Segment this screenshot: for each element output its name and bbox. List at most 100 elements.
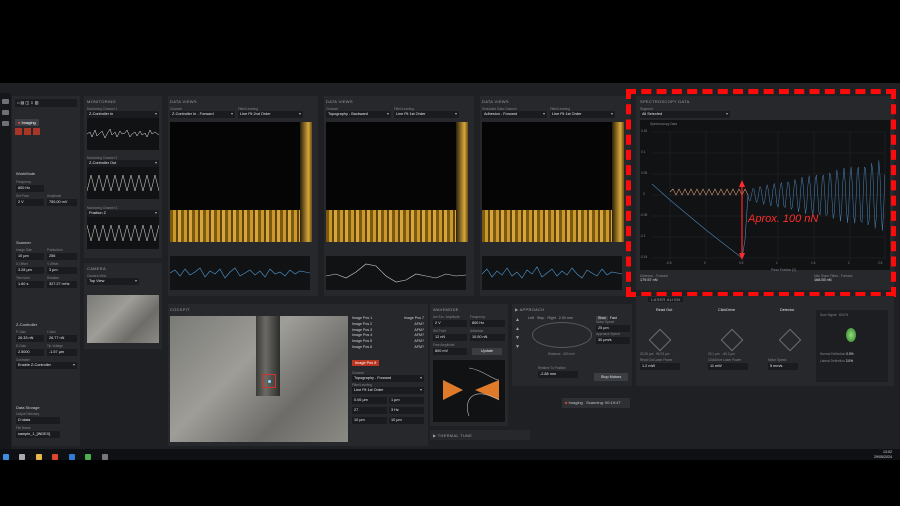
time-line-label: Time/Line (16, 276, 30, 280)
file-name-field[interactable]: sample_1_[INDEX] (16, 431, 60, 438)
i-gain-field[interactable]: 26.77 nN (47, 335, 77, 342)
data-view-3-channel-select[interactable]: Adhesion - Forward (482, 111, 547, 118)
x-offset-field[interactable]: 3.28 µm (16, 267, 44, 274)
motor-speed-field[interactable]: 25 µm (596, 325, 630, 332)
action-buttons[interactable] (15, 122, 42, 140)
image-pos-list[interactable]: Image Pos 1 Image Pos 7 Image Pos 2 AFM?… (352, 316, 424, 351)
cockpit-field-3[interactable]: 27 (352, 406, 387, 414)
cockpit-filter-select[interactable]: Line Fit 1st Order (352, 386, 424, 394)
tip-voltage-field[interactable]: -1.57 µm (47, 349, 77, 356)
cockpit-field-1[interactable]: 0.06 µm (352, 396, 387, 404)
settings-icon[interactable] (2, 110, 9, 115)
wm-free-amp-field[interactable]: 800 mV (433, 348, 467, 355)
start-icon[interactable] (15, 128, 22, 135)
thermal-tune-title[interactable]: ▶ THERMAL TUNE (433, 433, 472, 438)
data-view-3-line-profile (481, 256, 623, 290)
nanosurf-icon[interactable] (101, 454, 108, 460)
wm-frequency-field[interactable]: 800 Hz (470, 320, 505, 327)
data-view-3-image[interactable] (482, 210, 612, 242)
layers-icon[interactable] (2, 121, 9, 126)
clock-date: 29/05/2024 (874, 454, 892, 459)
image-pos-1[interactable]: Image Pos 1 (352, 316, 372, 320)
browser-icon[interactable] (52, 454, 59, 460)
data-view-1-image[interactable] (170, 210, 300, 242)
detector-joystick[interactable] (778, 328, 802, 352)
data-view-1-image-empty (170, 122, 300, 210)
monitor-ch2-select[interactable]: Z-Controller Out (87, 160, 159, 167)
file-name-label: File Name (16, 426, 31, 430)
image-pos-6[interactable]: Image Pos 6 (352, 345, 372, 349)
approach-speed-field[interactable]: 30 µm/s (596, 337, 630, 344)
image-size-field[interactable]: 10 µm (16, 253, 44, 260)
lateral-deflection-value: 2.0% (845, 359, 853, 363)
setpoint-field[interactable]: 2 V (16, 199, 44, 206)
image-pos-8-button[interactable]: Image Pos 8 (352, 359, 380, 366)
points-field[interactable]: 256 (47, 253, 77, 260)
code-icon[interactable] (68, 454, 75, 460)
wm-amplitude-field[interactable]: 2 V (433, 320, 467, 327)
toolbar-icons-row[interactable]: ⌂ ▤ ◫ ⇩ ▥ (15, 99, 77, 107)
data-view-2-line-profile (325, 256, 467, 290)
laser-align-title: LASER ALIGN (648, 297, 684, 302)
cockpit-field-2[interactable]: 1 µm (389, 396, 424, 404)
controller-select[interactable]: Enable Z-Controller (16, 362, 77, 369)
data-view-1-channel-select[interactable]: Z-Controller In - Forward (170, 111, 235, 118)
y-offset-field[interactable]: 3 µm (47, 267, 77, 274)
camera-view-select[interactable]: Top View (87, 278, 139, 285)
data-view-3-filter-select[interactable]: Line Fit 1st Order (550, 111, 615, 118)
approach-direction-buttons[interactable]: ▲ ▲ ▼ ▼ (515, 316, 523, 356)
amplitude-field[interactable]: 750.00 mV (47, 199, 77, 206)
cockpit-field-4[interactable]: 3 Hz (389, 406, 424, 414)
data-view-2-title: DATA VIEWS (326, 99, 353, 104)
d-gain-field[interactable]: 2.5000 (16, 349, 44, 356)
cockpit-field-5[interactable]: 10 µm (352, 416, 387, 424)
data-view-2-filter-select[interactable]: Line Fit 1st Order (394, 111, 459, 118)
data-view-2-image-empty (326, 122, 456, 210)
data-view-1-filter-select[interactable]: Line Fit 2nd Order (238, 111, 303, 118)
data-view-2-histogram[interactable] (456, 122, 468, 242)
imaging-status-icon: ■ (565, 400, 568, 405)
time-line-field[interactable]: 1.60 s (16, 281, 44, 288)
data-view-2-image[interactable] (326, 210, 456, 242)
image-pos-5[interactable]: Image Pos 5 (352, 339, 372, 343)
readout-joystick[interactable] (648, 328, 672, 352)
clickdrive-laser-field[interactable]: 11 mW (708, 363, 748, 370)
explorer-icon[interactable] (35, 454, 42, 460)
data-view-3-histogram[interactable] (612, 122, 624, 242)
start-menu-icon[interactable] (3, 454, 9, 460)
directory-field[interactable]: D:\data (16, 417, 60, 424)
frequency-field[interactable]: 800 Hz (16, 185, 44, 192)
readout-laser-field[interactable]: 1.2 mW (640, 363, 680, 370)
image-pos-4[interactable]: Image Pos 4 (352, 333, 372, 337)
laser-motor-speed-field[interactable]: 5 mm/s (768, 363, 798, 370)
camera-preview[interactable] (87, 295, 159, 343)
pause-icon[interactable] (33, 128, 40, 135)
frequency-label: Frequency (16, 180, 32, 184)
monitor-ch1-select[interactable]: Z-Controller In (87, 111, 159, 118)
cockpit-panel: COCKPIT Image Pos 1 Image Pos 7 Image Po… (168, 304, 428, 446)
rotation-field[interactable]: 327.27 mHz (47, 281, 77, 288)
data-view-2-channel-select[interactable]: Topography - Backward (326, 111, 391, 118)
data-view-2: DATA VIEWS Channel Topography - Backward … (324, 96, 474, 296)
detector-spot (846, 328, 856, 342)
image-pos-2[interactable]: Image Pos 2 (352, 322, 372, 326)
relative-field[interactable]: -2.88 mm (538, 371, 578, 378)
stop-icon[interactable] (24, 128, 31, 135)
image-pos-3[interactable]: Image Pos 3 (352, 328, 372, 332)
tip-voltage-label: Tip Voltage (47, 344, 63, 348)
clickdrive-joystick[interactable] (720, 328, 744, 352)
cockpit-field-6[interactable]: 10 µm (389, 416, 424, 424)
wm-setpoint-field[interactable]: 12 nN (433, 334, 467, 341)
wm-adhesion-field[interactable]: 10.00 nN (470, 334, 505, 341)
search-icon[interactable] (19, 454, 26, 460)
wm-update-button[interactable]: Update (472, 348, 502, 355)
home-icon[interactable] (2, 99, 9, 104)
p-gain-field[interactable]: 26.33 nN (16, 335, 44, 342)
monitor-ch3-select[interactable]: Position Z (87, 210, 159, 217)
motor-dial[interactable] (532, 322, 592, 348)
stop-motors-button[interactable]: Stop Motors (594, 373, 628, 381)
cockpit-channel-select[interactable]: Topography - Forward (352, 374, 424, 382)
data-view-1-histogram[interactable] (300, 122, 312, 242)
app-icon[interactable] (85, 454, 92, 460)
afm-pos-5[interactable]: AFM? (414, 345, 424, 351)
